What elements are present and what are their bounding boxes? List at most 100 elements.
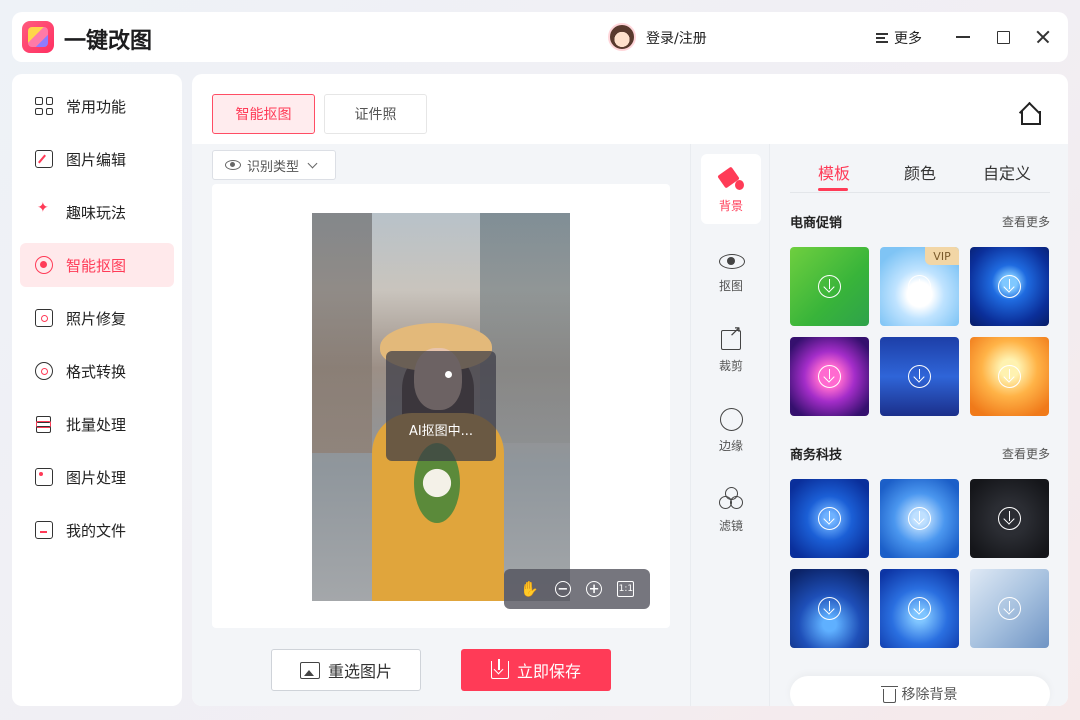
download-icon — [818, 275, 841, 298]
zoom-toolbar: ✋ − + 1:1 — [504, 569, 650, 609]
sidebar-item-my-files[interactable]: 我的文件 — [20, 508, 174, 552]
trash-icon — [880, 685, 898, 703]
reselect-image-button[interactable]: 重选图片 — [271, 649, 421, 691]
filter-icon — [718, 486, 744, 512]
template-thumbnail[interactable] — [880, 337, 959, 416]
minimize-button[interactable] — [952, 26, 974, 48]
tool-cutout[interactable]: 抠图 — [701, 234, 761, 304]
tab-custom[interactable]: 自定义 — [983, 160, 1031, 184]
tab-smart-cutout[interactable]: 智能抠图 — [212, 94, 315, 134]
sidebar-item-label: 格式转换 — [66, 362, 127, 381]
sidebar-item-common[interactable]: 常用功能 — [20, 84, 174, 128]
close-button[interactable] — [1032, 26, 1054, 48]
template-thumbnail[interactable]: VIP — [880, 247, 959, 326]
template-thumbnail[interactable] — [970, 569, 1049, 648]
sidebar-item-label: 图片处理 — [66, 468, 127, 487]
tab-id-photo[interactable]: 证件照 — [324, 94, 427, 134]
paint-bucket-icon — [718, 166, 744, 192]
edge-icon — [718, 406, 744, 432]
template-thumbnail[interactable] — [880, 569, 959, 648]
download-icon — [998, 597, 1021, 620]
tool-filter[interactable]: 滤镜 — [701, 474, 761, 544]
processing-overlay: AI抠图中... — [386, 351, 496, 461]
grid-icon — [35, 97, 53, 115]
sidebar-item-photo-repair[interactable]: 照片修复 — [20, 296, 174, 340]
loading-spinner-icon — [445, 371, 452, 378]
sidebar-item-batch[interactable]: 批量处理 — [20, 402, 174, 446]
sidebar-item-label: 照片修复 — [66, 309, 127, 328]
recognize-type-dropdown[interactable]: 识别类型 — [212, 150, 336, 180]
sidebar-item-format-convert[interactable]: 格式转换 — [20, 349, 174, 393]
chevron-down-icon — [307, 158, 318, 168]
template-thumbnail[interactable] — [790, 569, 869, 648]
template-thumbnail[interactable] — [790, 247, 869, 326]
template-thumbnail[interactable] — [970, 337, 1049, 416]
download-icon — [908, 365, 931, 388]
template-thumbnail[interactable] — [970, 479, 1049, 558]
sidebar: 常用功能 图片编辑 趣味玩法 智能抠图 照片修复 格式转换 批量处理 图片处理 … — [12, 74, 182, 706]
zoom-in-icon[interactable]: + — [586, 581, 603, 597]
more-label: 更多 — [894, 31, 922, 47]
download-icon — [908, 507, 931, 530]
download-icon — [490, 659, 509, 679]
zoom-out-icon[interactable]: − — [554, 581, 571, 597]
remove-background-button[interactable]: 移除背景 — [790, 676, 1050, 706]
sidebar-item-label: 我的文件 — [66, 521, 127, 540]
download-icon — [998, 275, 1021, 298]
canvas-area: 识别类型 AI抠图中... ✋ − + 1:1 重选图片 立即保存 — [192, 144, 690, 706]
tab-template[interactable]: 模板 — [818, 160, 850, 184]
maximize-button[interactable] — [992, 26, 1014, 48]
tool-label: 滤镜 — [718, 519, 743, 533]
template-thumbnail[interactable] — [970, 247, 1049, 326]
template-thumbnail[interactable] — [790, 479, 869, 558]
more-menu-button[interactable]: 更多 — [876, 28, 922, 48]
download-icon — [818, 597, 841, 620]
actual-size-icon[interactable]: 1:1 — [617, 581, 635, 597]
download-icon — [998, 507, 1021, 530]
download-icon — [908, 275, 931, 298]
sidebar-item-image-edit[interactable]: 图片编辑 — [20, 137, 174, 181]
tool-background[interactable]: 背景 — [701, 154, 761, 224]
sidebar-item-smart-cutout[interactable]: 智能抠图 — [20, 243, 174, 287]
tool-crop[interactable]: 裁剪 — [701, 314, 761, 384]
tab-color[interactable]: 颜色 — [904, 160, 936, 184]
tool-label: 边缘 — [718, 439, 743, 453]
login-register-link[interactable]: 登录/注册 — [646, 28, 707, 48]
download-icon — [818, 365, 841, 388]
active-tab-indicator — [818, 188, 848, 191]
tool-label: 背景 — [718, 199, 743, 213]
eye-icon — [225, 160, 241, 170]
sidebar-item-image-process[interactable]: 图片处理 — [20, 455, 174, 499]
sidebar-item-label: 图片编辑 — [66, 150, 127, 169]
section-title: 商务科技 — [790, 448, 843, 463]
background-panel: 模板 颜色 自定义 电商促销 查看更多 VIP 商务科技 查看更多 移除背景 — [770, 144, 1068, 706]
tool-edge[interactable]: 边缘 — [701, 394, 761, 464]
layers-icon — [35, 415, 53, 433]
sidebar-item-fun[interactable]: 趣味玩法 — [20, 190, 174, 234]
sidebar-item-label: 常用功能 — [66, 97, 127, 116]
user-avatar[interactable] — [608, 23, 636, 51]
processing-text: AI抠图中... — [408, 424, 474, 439]
download-icon — [908, 597, 931, 620]
eye-sparkle-icon — [718, 246, 745, 272]
template-thumbnail[interactable] — [790, 337, 869, 416]
picture-icon — [299, 661, 320, 679]
template-thumbnail[interactable] — [880, 479, 959, 558]
sidebar-item-label: 智能抠图 — [66, 256, 127, 275]
view-more-link[interactable]: 查看更多 — [1002, 445, 1050, 462]
photo-repair-icon — [35, 309, 53, 327]
view-more-link[interactable]: 查看更多 — [1002, 213, 1050, 230]
menu-icon — [876, 32, 888, 44]
tool-label: 抠图 — [718, 279, 743, 293]
vip-badge: VIP — [925, 247, 959, 265]
format-convert-icon — [35, 362, 53, 380]
image-icon — [35, 468, 53, 486]
hand-pan-icon[interactable]: ✋ — [520, 579, 540, 599]
save-label: 立即保存 — [516, 662, 581, 681]
home-icon[interactable] — [1018, 104, 1041, 125]
save-now-button[interactable]: 立即保存 — [461, 649, 611, 691]
smart-cutout-icon — [35, 256, 53, 274]
tool-label: 裁剪 — [718, 359, 743, 373]
image-stage: AI抠图中... ✋ − + 1:1 — [212, 184, 670, 628]
app-logo-icon — [22, 21, 54, 53]
